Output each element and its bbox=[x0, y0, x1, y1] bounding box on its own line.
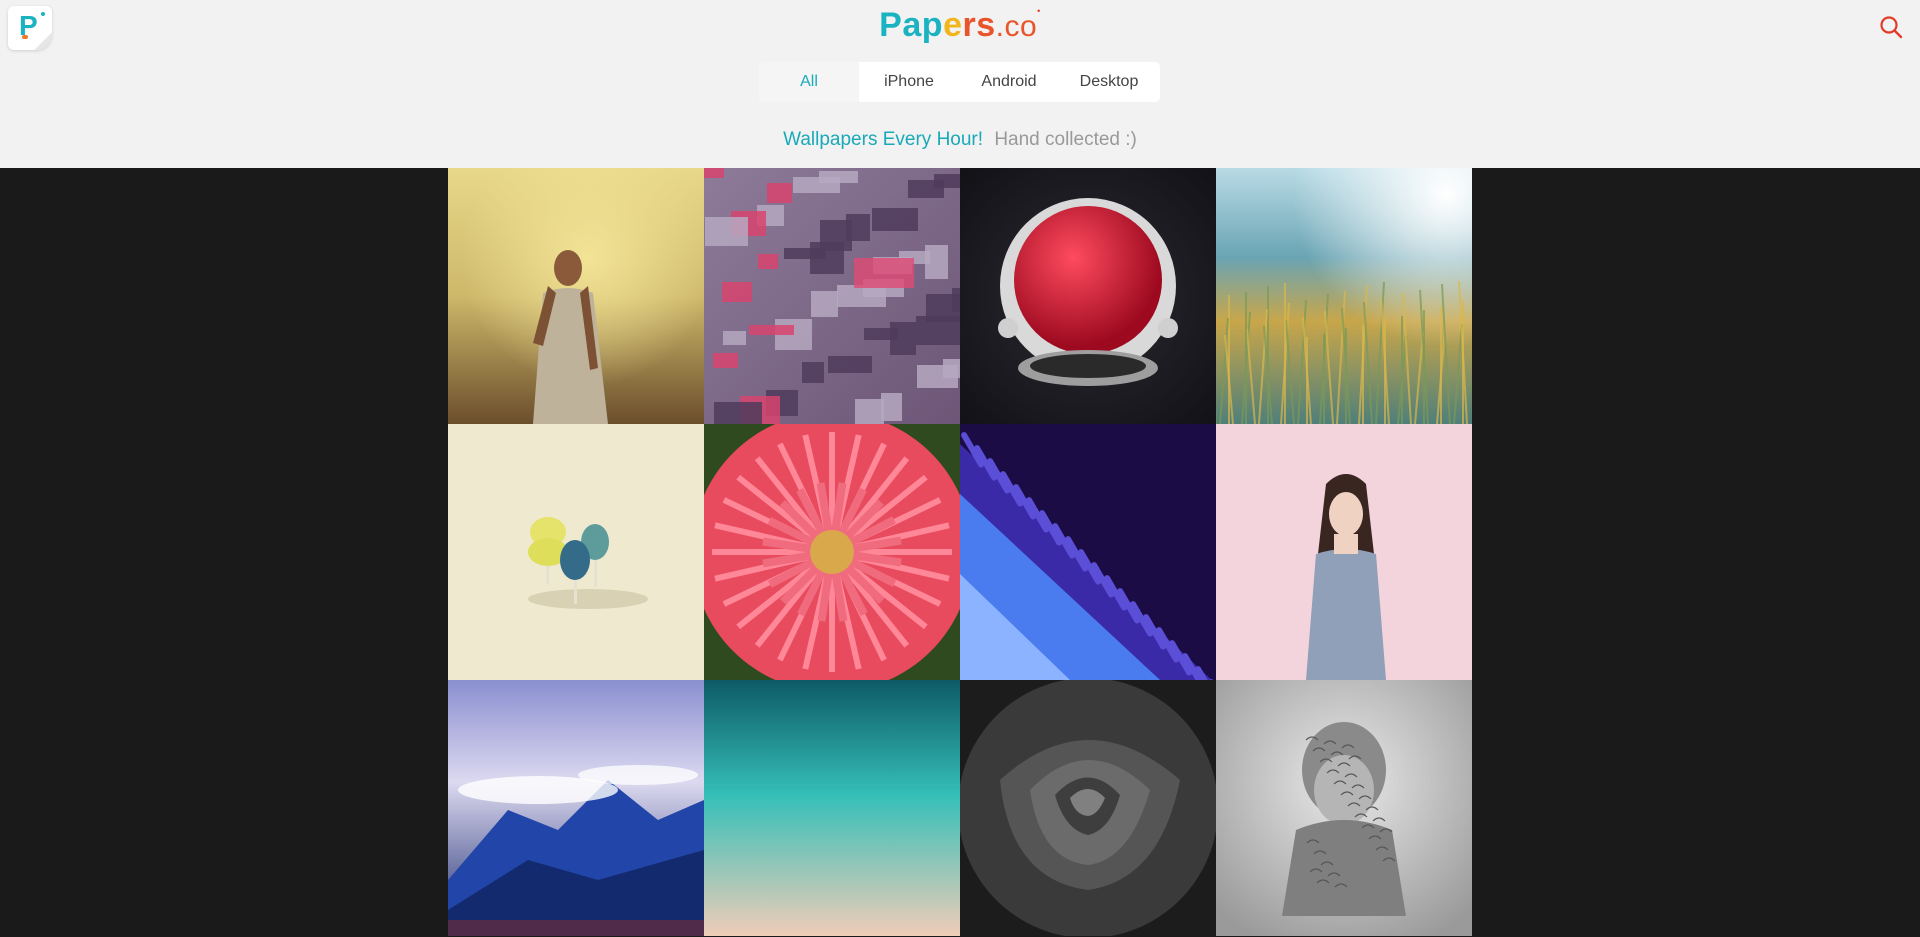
wallpaper-thumb-sculpture-bust-gray[interactable] bbox=[1216, 680, 1472, 936]
brand-suffix: .co bbox=[995, 10, 1038, 43]
tagline-sub: Hand collected :) bbox=[994, 129, 1137, 150]
wallpaper-image bbox=[1216, 680, 1472, 936]
wallpaper-image bbox=[960, 424, 1216, 680]
wallpaper-thumb-teal-gradient[interactable] bbox=[704, 680, 960, 936]
site-header: P Papers.co• All iPhone Android Desktop Wal… bbox=[0, 0, 1920, 168]
tab-android[interactable]: Android bbox=[959, 62, 1059, 102]
wallpaper-thumb-pink-dahlia-flower[interactable] bbox=[704, 424, 960, 680]
brand-dot-mark: • bbox=[1037, 6, 1041, 16]
wallpaper-image bbox=[448, 680, 704, 936]
brand-letter: p bbox=[921, 6, 944, 44]
wallpaper-image bbox=[1216, 168, 1472, 424]
wallpaper-thumb-abstract-purple-city[interactable] bbox=[704, 168, 960, 424]
search-icon[interactable] bbox=[1878, 14, 1904, 40]
wallpaper-image bbox=[1216, 424, 1472, 680]
wallpaper-thumb-girl-pink-background[interactable] bbox=[1216, 424, 1472, 680]
brand-letter: a bbox=[902, 6, 922, 44]
wallpaper-thumb-blue-mountains-clouds[interactable] bbox=[448, 680, 704, 936]
tab-iphone[interactable]: iPhone bbox=[859, 62, 959, 102]
brand-letter: r bbox=[962, 6, 977, 44]
wallpaper-image bbox=[704, 424, 960, 680]
wallpaper-image bbox=[704, 680, 960, 936]
brand-letter: e bbox=[943, 6, 963, 44]
wallpaper-image bbox=[960, 680, 1216, 936]
wallpaper-thumb-red-astronaut-helmet[interactable] bbox=[960, 168, 1216, 424]
tab-desktop[interactable]: Desktop bbox=[1059, 62, 1159, 102]
wallpaper-image bbox=[448, 424, 704, 680]
wallpaper-thumb-black-white-rose[interactable] bbox=[960, 680, 1216, 936]
wallpaper-thumb-sunny-grass-field[interactable] bbox=[1216, 168, 1472, 424]
brand-letter: s bbox=[976, 6, 996, 44]
wallpaper-image bbox=[704, 168, 960, 424]
brand-wordmark[interactable]: Papers.co• bbox=[0, 6, 1920, 45]
wallpaper-thumb-woman-yellow-light[interactable] bbox=[448, 168, 704, 424]
wallpaper-image bbox=[960, 168, 1216, 424]
wallpaper-grid bbox=[448, 168, 1472, 936]
platform-tabs: All iPhone Android Desktop bbox=[759, 62, 1160, 102]
tab-all[interactable]: All bbox=[759, 62, 859, 102]
wallpaper-thumb-blue-purple-abstract-waves[interactable] bbox=[960, 424, 1216, 680]
wallpaper-thumb-toy-trees-cream[interactable] bbox=[448, 424, 704, 680]
tagline: Wallpapers Every Hour! Hand collected :) bbox=[0, 129, 1920, 151]
wallpaper-image bbox=[448, 168, 704, 424]
tagline-highlight: Wallpapers Every Hour! bbox=[783, 129, 984, 150]
brand-letter: P bbox=[879, 6, 903, 44]
